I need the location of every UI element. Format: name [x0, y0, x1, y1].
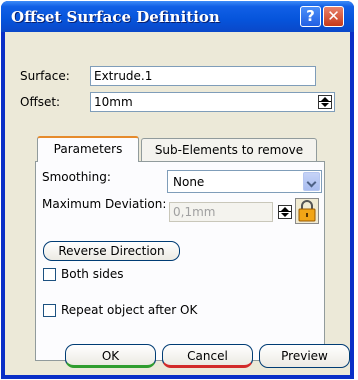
- offset-spinner-icon[interactable]: [318, 95, 332, 109]
- both-sides-label: Both sides: [61, 267, 124, 281]
- repeat-object-checkbox[interactable]: [43, 304, 56, 317]
- chevron-down-icon[interactable]: [303, 172, 320, 191]
- offset-label: Offset:: [20, 95, 61, 109]
- title-bar[interactable]: Offset Surface Definition ? ✕: [1, 1, 354, 32]
- reverse-direction-button[interactable]: Reverse Direction: [43, 241, 180, 261]
- window-title: Offset Surface Definition: [11, 8, 220, 26]
- ok-button[interactable]: OK: [65, 344, 156, 368]
- both-sides-checkbox[interactable]: [43, 268, 56, 281]
- dialog-window: Offset Surface Definition ? ✕ Surface: E…: [1, 1, 354, 379]
- tab-parameters[interactable]: Parameters: [37, 136, 139, 162]
- dialog-body: Surface: Extrude.1 Offset: 10mm Paramete…: [5, 32, 350, 375]
- parameters-panel: Smoothing: None Maximum Deviation: 0,1mm…: [35, 161, 325, 361]
- cancel-button[interactable]: Cancel: [162, 344, 253, 368]
- lock-icon[interactable]: [295, 198, 319, 224]
- offset-field[interactable]: 10mm: [90, 92, 335, 112]
- smoothing-value: None: [173, 175, 205, 189]
- max-deviation-field[interactable]: 0,1mm: [169, 202, 273, 222]
- preview-button[interactable]: Preview: [259, 344, 350, 368]
- smoothing-dropdown[interactable]: None: [167, 170, 322, 193]
- surface-label: Surface:: [20, 69, 70, 83]
- max-deviation-spinner-icon[interactable]: [278, 205, 292, 219]
- repeat-object-label: Repeat object after OK: [61, 303, 198, 317]
- surface-field[interactable]: Extrude.1: [90, 66, 316, 86]
- max-deviation-label: Maximum Deviation:: [42, 197, 167, 211]
- help-button[interactable]: ?: [300, 6, 321, 27]
- smoothing-label: Smoothing:: [42, 170, 111, 184]
- close-button[interactable]: ✕: [323, 6, 344, 27]
- tab-sub-elements-to-remove[interactable]: Sub-Elements to remove: [141, 138, 317, 162]
